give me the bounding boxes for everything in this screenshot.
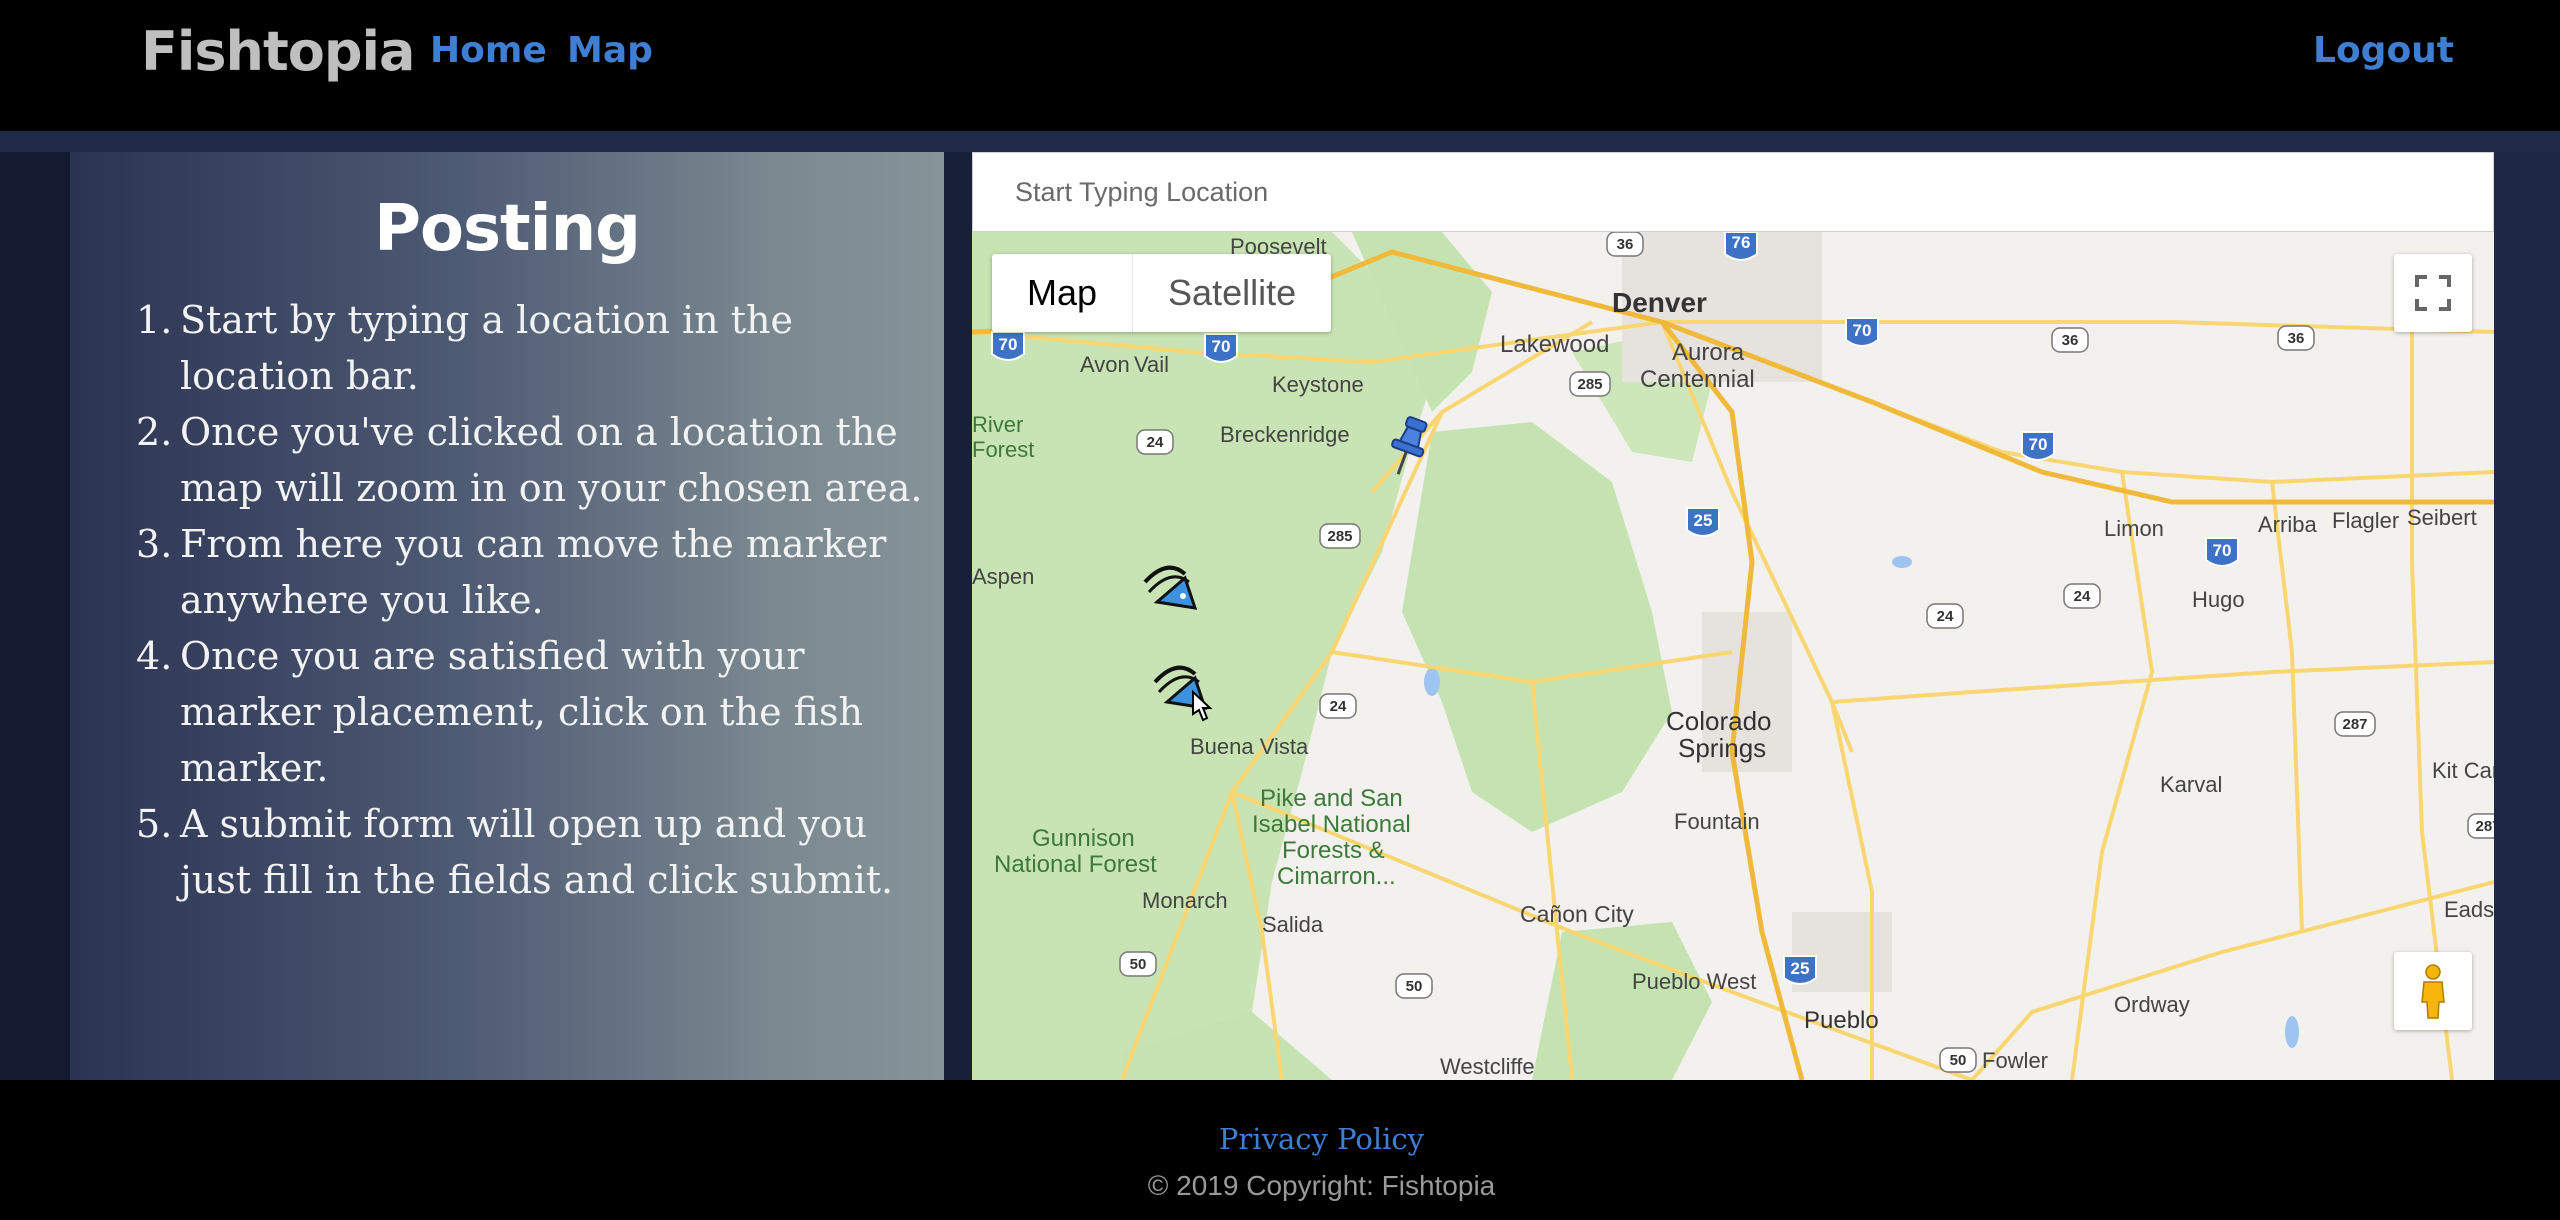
svg-text:Forests &: Forests & <box>1282 837 1385 864</box>
svg-text:24: 24 <box>2074 588 2091 605</box>
instruction-step: From here you can move the marker anywhe… <box>136 516 887 622</box>
svg-text:Seibert: Seibert <box>2407 505 2477 530</box>
svg-text:Cimarron...: Cimarron... <box>1277 863 1396 890</box>
svg-text:Arriba: Arriba <box>2258 512 2317 537</box>
instruction-steps: Start by typing a location in the locati… <box>136 292 940 908</box>
svg-text:70: 70 <box>1212 337 1231 356</box>
svg-text:Karval: Karval <box>2160 772 2222 797</box>
push-pin-marker[interactable] <box>1380 412 1436 486</box>
svg-text:Keystone: Keystone <box>1272 372 1364 397</box>
svg-text:36: 36 <box>2288 330 2305 347</box>
svg-text:70: 70 <box>999 335 1018 354</box>
map-container: 70 70 76 70 <box>972 152 2494 1080</box>
map-type-satellite-button[interactable]: Satellite <box>1133 254 1331 332</box>
svg-text:Monarch: Monarch <box>1142 888 1228 913</box>
svg-text:Centennial: Centennial <box>1640 366 1755 393</box>
svg-text:Lakewood: Lakewood <box>1500 331 1609 358</box>
nav-link-home[interactable]: Home <box>430 30 547 71</box>
svg-text:Pike and San: Pike and San <box>1260 785 1403 812</box>
svg-text:24: 24 <box>1330 698 1347 715</box>
svg-text:287: 287 <box>2475 818 2494 835</box>
svg-text:Colorado: Colorado <box>1666 706 1772 736</box>
svg-text:70: 70 <box>2029 435 2048 454</box>
svg-text:Springs: Springs <box>1678 733 1766 763</box>
svg-text:Isabel National: Isabel National <box>1252 811 1411 838</box>
svg-text:Ordway: Ordway <box>2114 992 2190 1017</box>
location-search-input[interactable] <box>972 152 2494 232</box>
map-type-control: Map Satellite <box>992 254 1332 332</box>
svg-text:Kit Carson: Kit Carson <box>2432 758 2494 783</box>
fullscreen-button[interactable] <box>2394 254 2472 332</box>
svg-text:285: 285 <box>1577 376 1602 393</box>
svg-text:24: 24 <box>1937 608 1954 625</box>
svg-text:Westcliffe: Westcliffe <box>1440 1054 1535 1079</box>
instruction-step: A submit form will open up and you just … <box>136 796 894 902</box>
svg-text:Forest: Forest <box>972 437 1034 462</box>
svg-text:Fountain: Fountain <box>1674 809 1760 834</box>
svg-text:285: 285 <box>1327 528 1352 545</box>
svg-text:River: River <box>972 412 1023 437</box>
svg-text:Cañon City: Cañon City <box>1520 901 1634 927</box>
instruction-step: Once you've clicked on a location the ma… <box>136 404 923 510</box>
svg-text:Denver: Denver <box>1612 287 1707 318</box>
street-view-pegman-button[interactable] <box>2394 952 2472 1030</box>
svg-text:Vail: Vail <box>1134 352 1169 377</box>
svg-text:70: 70 <box>2213 541 2232 560</box>
push-pin-icon <box>1391 416 1428 475</box>
svg-text:Pueblo West: Pueblo West <box>1632 969 1756 994</box>
fish-marker[interactable] <box>1147 652 1227 736</box>
svg-text:76: 76 <box>1732 233 1751 252</box>
fish-hook-icon <box>1143 565 1198 610</box>
svg-text:Gunnison: Gunnison <box>1032 825 1135 852</box>
interstate-shield: 70 <box>991 331 1025 361</box>
fish-hook-icon <box>1153 665 1213 722</box>
svg-text:Breckenridge: Breckenridge <box>1220 422 1350 447</box>
svg-text:36: 36 <box>2062 332 2079 349</box>
svg-text:Salida: Salida <box>1262 912 1324 937</box>
svg-text:Hugo: Hugo <box>2192 587 2245 612</box>
main-content: Posting Start by typing a location in th… <box>0 132 2560 1080</box>
instruction-step: Once you are satisfied with your marker … <box>136 628 863 790</box>
svg-text:25: 25 <box>1694 511 1713 530</box>
svg-text:Fowler: Fowler <box>1982 1048 2048 1073</box>
svg-text:50: 50 <box>1130 956 1147 973</box>
nav-link-map[interactable]: Map <box>567 30 653 71</box>
logout-link[interactable]: Logout <box>2313 30 2454 71</box>
svg-text:Pueblo: Pueblo <box>1804 1007 1879 1034</box>
svg-text:National Forest: National Forest <box>994 851 1157 878</box>
svg-text:Aurora: Aurora <box>1672 339 1745 366</box>
svg-text:50: 50 <box>1406 978 1423 995</box>
svg-text:24: 24 <box>1147 434 1164 451</box>
svg-text:287: 287 <box>2342 716 2367 733</box>
svg-text:Eads: Eads <box>2444 897 2494 922</box>
pegman-icon <box>2421 964 2445 1019</box>
svg-text:Buena Vista: Buena Vista <box>1190 734 1309 759</box>
panel-title: Posting <box>374 192 641 266</box>
copyright-text: © 2019 Copyright: Fishtopia <box>1147 1170 1496 1201</box>
footer: Privacy Policy © 2019 Copyright: Fishtop… <box>0 1080 2560 1220</box>
map-type-map-button[interactable]: Map <box>992 254 1134 332</box>
instructions-panel: Posting Start by typing a location in th… <box>70 152 944 1080</box>
svg-text:Aspen: Aspen <box>972 564 1034 589</box>
main-top-strip <box>0 132 2560 152</box>
navbar: Fishtopia Home Map Logout <box>0 0 2560 132</box>
svg-text:Avon: Avon <box>1080 352 1130 377</box>
svg-text:Flagler: Flagler <box>2332 508 2399 533</box>
svg-text:36: 36 <box>1617 236 1634 253</box>
instruction-step: Start by typing a location in the locati… <box>136 292 793 398</box>
svg-text:50: 50 <box>1950 1052 1967 1069</box>
brand-logo[interactable]: Fishtopia <box>141 20 415 83</box>
privacy-policy-link[interactable]: Privacy Policy <box>0 1122 2560 1156</box>
fullscreen-icon <box>2415 275 2451 311</box>
svg-text:70: 70 <box>1853 321 1872 340</box>
fish-marker[interactable] <box>1137 552 1207 626</box>
svg-text:25: 25 <box>1791 959 1810 978</box>
svg-text:Limon: Limon <box>2104 516 2164 541</box>
